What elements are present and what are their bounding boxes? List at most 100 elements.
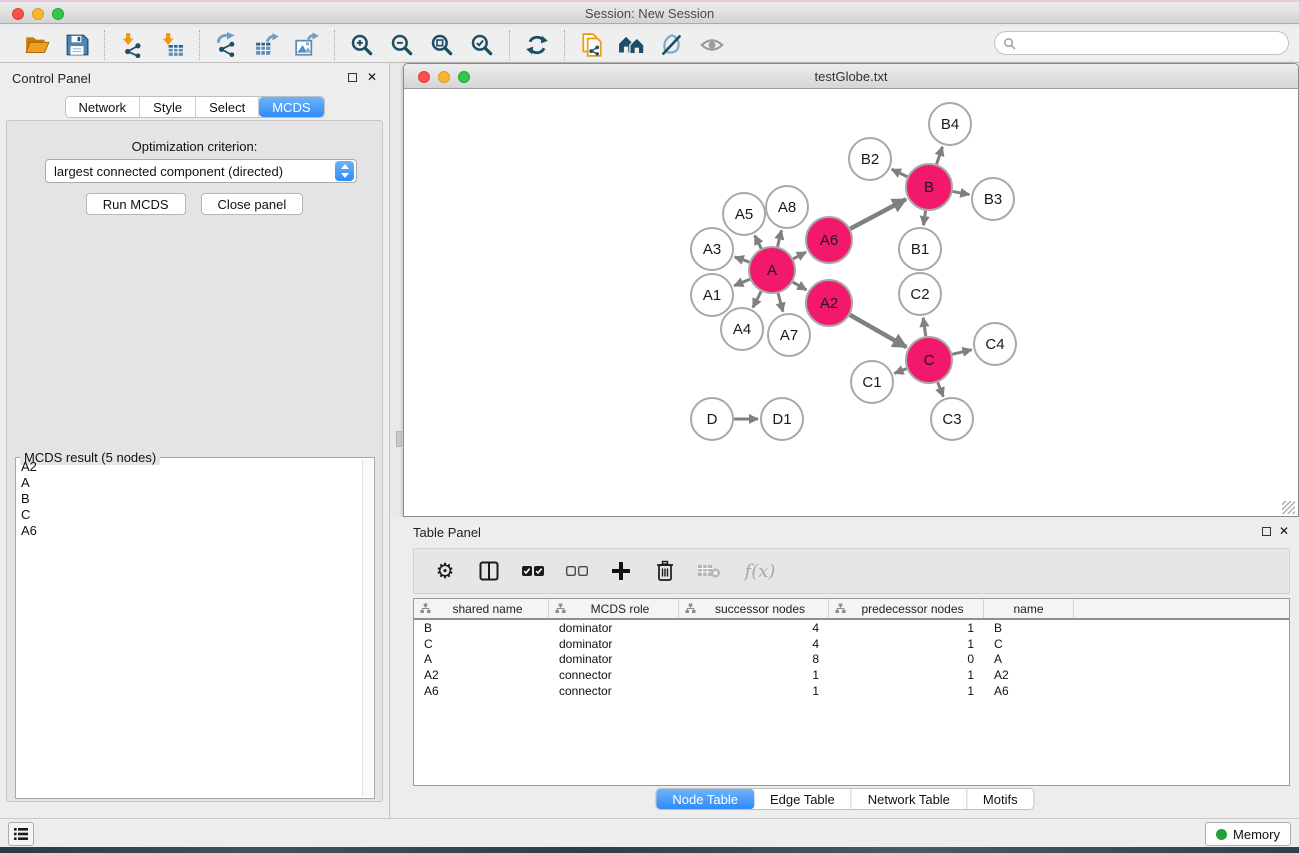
column-header-MCDS-role[interactable]: MCDS role xyxy=(549,599,679,618)
show-columns-icon[interactable] xyxy=(474,555,504,587)
show-graphics-details-icon[interactable] xyxy=(695,30,729,60)
result-item[interactable]: A2 xyxy=(17,459,362,475)
graph-edge-A-A3[interactable] xyxy=(735,257,750,262)
import-table-icon[interactable] xyxy=(155,30,189,60)
run-mcds-button[interactable]: Run MCDS xyxy=(86,193,186,215)
graph-edge-A6-B[interactable] xyxy=(850,199,906,229)
table-row[interactable]: A6connector11A6 xyxy=(414,683,1289,699)
result-item[interactable]: B xyxy=(17,491,362,507)
graph-edge-A-A2[interactable] xyxy=(793,282,807,290)
tab-edge-table[interactable]: Edge Table xyxy=(754,789,852,809)
memory-button[interactable]: Memory xyxy=(1205,822,1291,846)
table-cell: A xyxy=(984,652,1074,666)
zoom-out-icon[interactable] xyxy=(385,30,419,60)
column-header-predecessor-nodes[interactable]: predecessor nodes xyxy=(829,599,984,618)
export-image-icon[interactable] xyxy=(290,30,324,60)
table-row[interactable]: Adominator80A xyxy=(414,652,1289,668)
table-row[interactable]: A2connector11A2 xyxy=(414,667,1289,683)
graph-edge-B-B4[interactable] xyxy=(937,147,943,164)
tab-style[interactable]: Style xyxy=(140,97,196,117)
open-folder-icon[interactable] xyxy=(20,30,54,60)
table-cell: 1 xyxy=(829,637,984,651)
zoom-selected-icon[interactable] xyxy=(465,30,499,60)
graph-node-label: B3 xyxy=(984,191,1002,208)
close-panel-icon[interactable]: ✕ xyxy=(367,70,377,84)
network-window-titlebar[interactable]: testGlobe.txt xyxy=(404,64,1298,89)
column-header-successor-nodes[interactable]: successor nodes xyxy=(679,599,829,618)
table-float-panel-icon[interactable] xyxy=(1262,527,1271,536)
unselect-all-icon[interactable] xyxy=(562,555,592,587)
graph-edge-C-C1[interactable] xyxy=(894,369,906,374)
optimization-criterion-label: Optimization criterion: xyxy=(7,139,382,154)
column-header-shared-name[interactable]: shared name xyxy=(414,599,549,618)
graph-edge-A-A8[interactable] xyxy=(778,230,782,246)
table-cell: B xyxy=(984,621,1074,635)
tab-node-table[interactable]: Node Table xyxy=(656,789,754,809)
graph-edge-C-C3[interactable] xyxy=(938,382,944,396)
add-column-icon[interactable] xyxy=(606,555,636,587)
table-cell: 1 xyxy=(829,621,984,635)
float-panel-icon[interactable] xyxy=(348,73,357,82)
virtual-column-icon xyxy=(555,603,566,614)
graph-edge-B-B2[interactable] xyxy=(892,169,908,176)
export-network-icon[interactable] xyxy=(210,30,244,60)
delete-table-icon[interactable] xyxy=(694,555,724,587)
memory-status-icon xyxy=(1216,829,1227,840)
network-canvas[interactable]: B4B2BB3A5A8A6A3B1AA1C2A2A4A7C4CC1C3DD1 xyxy=(405,90,1297,516)
graph-edge-C-C4[interactable] xyxy=(952,350,971,355)
graph-edge-B-B1[interactable] xyxy=(923,211,925,225)
graph-edge-C-C2[interactable] xyxy=(923,318,926,336)
table-cell: dominator xyxy=(549,637,679,651)
export-table-icon[interactable] xyxy=(250,30,284,60)
graph-edge-B-B3[interactable] xyxy=(953,191,970,194)
task-history-button[interactable] xyxy=(8,822,34,846)
save-session-icon[interactable] xyxy=(60,30,94,60)
tab-network[interactable]: Network xyxy=(65,97,140,117)
column-header-label: name xyxy=(990,602,1067,616)
table-cell: connector xyxy=(549,668,679,682)
table-close-panel-icon[interactable]: ✕ xyxy=(1279,524,1289,538)
refresh-icon[interactable] xyxy=(520,30,554,60)
table-body: Bdominator41BCdominator41CAdominator80AA… xyxy=(414,620,1289,699)
table-cell: 8 xyxy=(679,652,829,666)
graph-edge-A-A5[interactable] xyxy=(755,235,762,248)
tab-network-table[interactable]: Network Table xyxy=(852,789,967,809)
criterion-dropdown[interactable]: largest connected component (directed) xyxy=(45,159,357,183)
select-all-icon[interactable] xyxy=(518,555,548,587)
column-header-name[interactable]: name xyxy=(984,599,1074,618)
graph-edge-A2-C[interactable] xyxy=(850,315,907,347)
table-row[interactable]: Cdominator41C xyxy=(414,636,1289,652)
tab-mcds[interactable]: MCDS xyxy=(259,97,323,117)
column-header-label: MCDS role xyxy=(568,602,672,616)
import-network-icon[interactable] xyxy=(115,30,149,60)
result-item[interactable]: C xyxy=(17,507,362,523)
table-cell: 1 xyxy=(679,684,829,698)
table-settings-icon[interactable]: ⚙ xyxy=(430,555,460,587)
tab-select[interactable]: Select xyxy=(196,97,259,117)
zoom-in-icon[interactable] xyxy=(345,30,379,60)
result-item[interactable]: A xyxy=(17,475,362,491)
graph-edge-A-A7[interactable] xyxy=(778,293,783,312)
result-scrollbar[interactable] xyxy=(362,459,373,797)
hide-graphics-details-icon[interactable] xyxy=(655,30,689,60)
main-toolbar xyxy=(0,27,1299,63)
close-panel-button[interactable]: Close panel xyxy=(201,193,304,215)
graph-node-label: A7 xyxy=(780,327,798,344)
result-item[interactable]: A6 xyxy=(17,523,362,539)
graph-node-label: A8 xyxy=(778,199,796,216)
search-input[interactable] xyxy=(1020,36,1288,50)
zoom-fit-icon[interactable] xyxy=(425,30,459,60)
status-bar: Memory xyxy=(0,818,1299,847)
graph-node-label: A2 xyxy=(820,295,838,312)
home-view-icon[interactable] xyxy=(615,30,649,60)
network-from-document-icon[interactable] xyxy=(575,30,609,60)
graph-edge-A-A1[interactable] xyxy=(734,279,750,286)
search-field[interactable] xyxy=(994,31,1289,55)
window-resize-grip[interactable] xyxy=(1282,501,1295,514)
delete-column-icon[interactable] xyxy=(650,555,680,587)
graph-edge-A-A4[interactable] xyxy=(753,291,761,307)
table-row[interactable]: Bdominator41B xyxy=(414,620,1289,636)
graph-edge-A-A6[interactable] xyxy=(793,252,806,259)
tab-motifs[interactable]: Motifs xyxy=(967,789,1034,809)
function-builder-icon[interactable]: f(x) xyxy=(738,555,782,587)
